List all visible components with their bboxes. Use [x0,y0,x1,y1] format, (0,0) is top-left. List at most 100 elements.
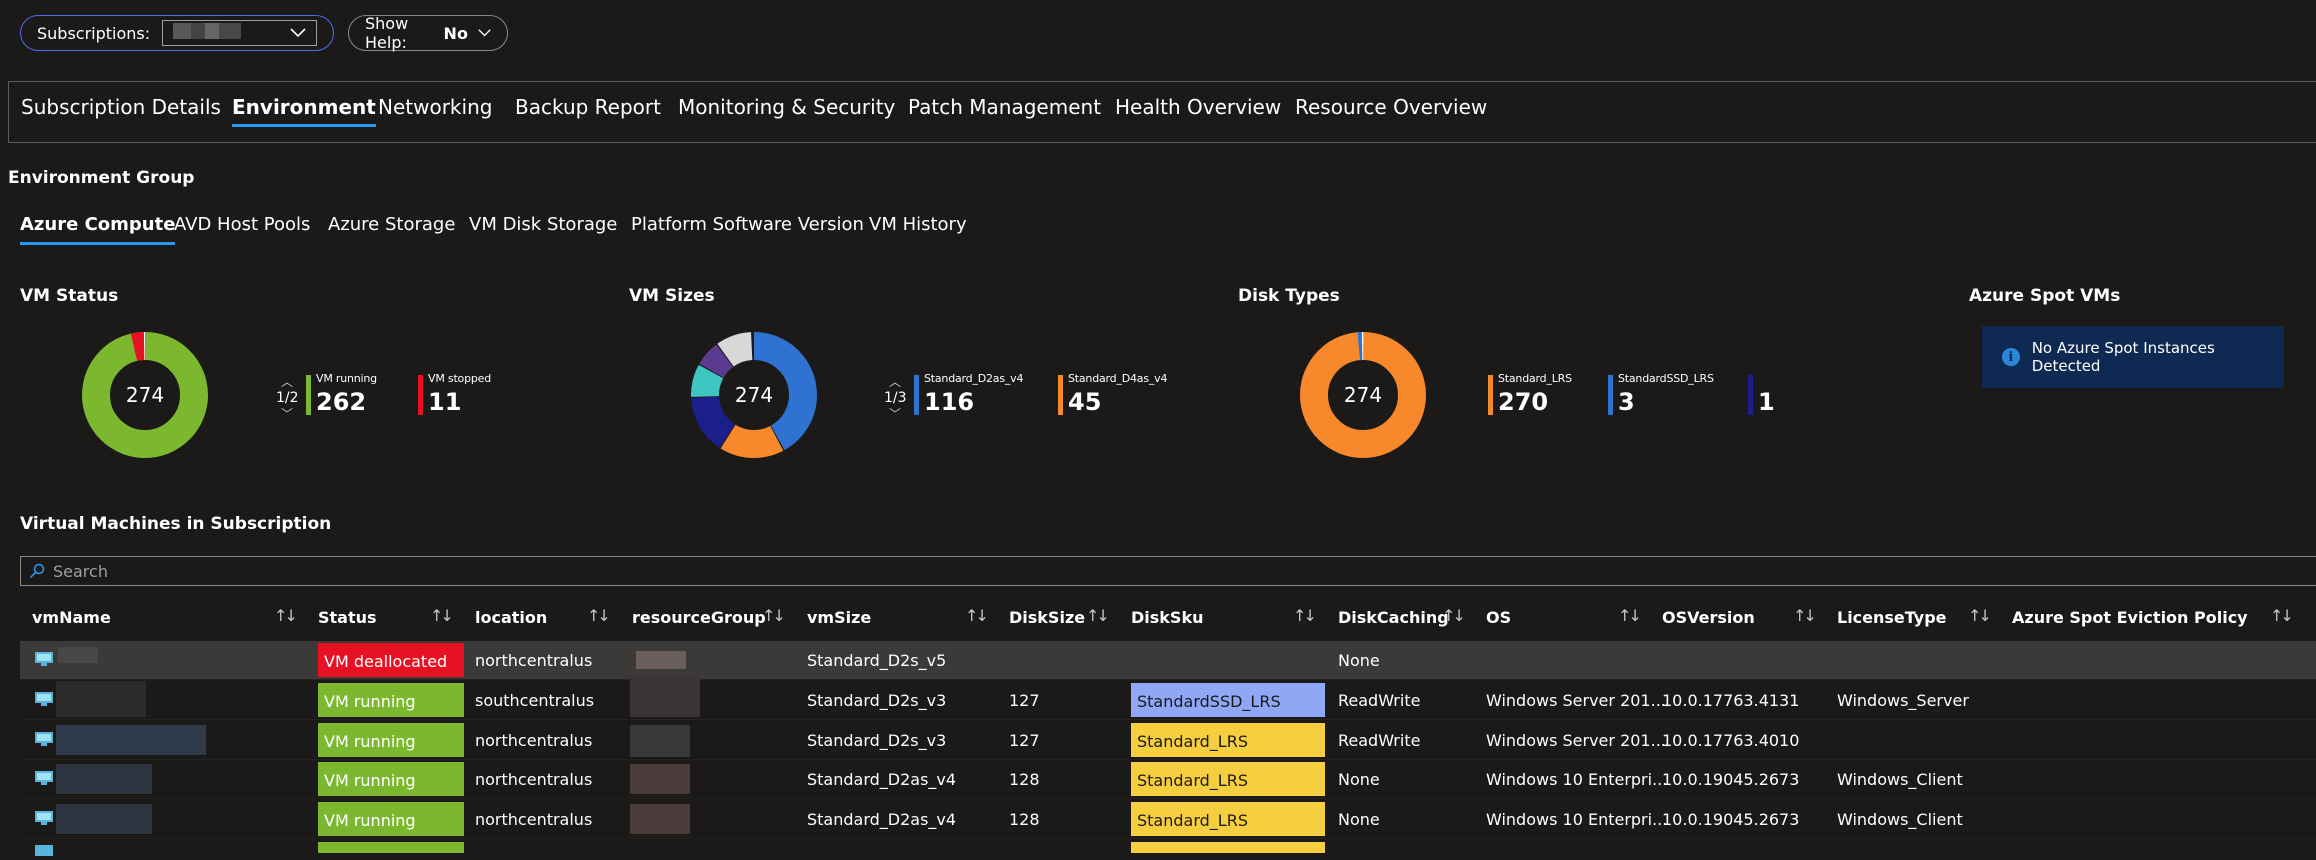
column-header-status[interactable]: Status [318,608,377,627]
sort-icon[interactable]: ↑↓ [2270,606,2294,625]
cell-diskcaching: None [1338,810,1380,829]
legend-value: 116 [924,388,975,416]
disk-types-donut[interactable]: 274 [1298,330,1428,460]
legend-item-other-disk[interactable]: 1 [1748,372,1775,416]
tab-subscription-details[interactable]: Subscription Details [21,95,221,119]
sort-icon[interactable]: ↑↓ [1293,606,1317,625]
legend-value: 270 [1498,388,1549,416]
legend-label [1758,372,1775,385]
virtual-machine-icon [35,771,53,785]
vm-sizes-donut[interactable]: 274 [689,330,819,460]
cell-licensetype: Windows_Client [1837,810,1963,829]
chevron-up-icon[interactable]: ︿ [276,374,298,390]
table-row[interactable]: VM deallocated northcentralus Standard_D… [20,641,2316,680]
sort-icon[interactable]: ↑↓ [274,606,298,625]
subtab-avd-host-pools[interactable]: AVD Host Pools [174,214,310,235]
disk-sku-badge: Standard_LRS [1131,802,1325,836]
legend-item-standard-d2as-v4[interactable]: Standard_D2as_v4 116 [914,372,1023,416]
virtual-machine-icon [35,692,53,706]
cell-osversion: 10.0.19045.2673 [1662,810,1800,829]
legend-value: 3 [1618,388,1635,416]
tab-health-overview[interactable]: Health Overview [1115,95,1281,119]
legend-swatch [1058,375,1063,415]
tab-monitoring-security[interactable]: Monitoring & Security [678,95,895,119]
tab-backup-report[interactable]: Backup Report [515,95,661,119]
sort-icon[interactable]: ↑↓ [587,606,611,625]
sort-icon[interactable]: ↑↓ [1968,606,1992,625]
chevron-down-icon[interactable]: ﹀ [276,406,298,422]
sort-icon[interactable]: ↑↓ [1086,606,1110,625]
subtab-platform-software-version[interactable]: Platform Software Version [631,214,864,235]
legend-item-standard-lrs[interactable]: Standard_LRS 270 [1488,372,1572,416]
cell-location: northcentralus [475,651,593,670]
show-help-dropdown[interactable]: Show Help: No [348,14,508,52]
column-header-vmname[interactable]: vmName [32,608,111,627]
legend-item-vm-running[interactable]: VM running 262 [306,372,377,416]
vm-name-redacted [56,681,146,717]
chevron-down-icon[interactable]: ﹀ [884,406,906,422]
column-header-location[interactable]: location [475,608,547,627]
resource-group-redacted [630,804,690,834]
sort-icon[interactable]: ↑↓ [965,606,989,625]
cell-osversion: 10.0.17763.4010 [1662,731,1800,750]
column-header-spot-eviction-policy[interactable]: Azure Spot Eviction Policy [2012,608,2248,627]
subtab-vm-disk-storage[interactable]: VM Disk Storage [469,214,617,235]
tab-patch-management[interactable]: Patch Management [908,95,1101,119]
subtab-azure-storage[interactable]: Azure Storage [328,214,455,235]
table-row[interactable] [20,840,2316,856]
subtab-vm-history[interactable]: VM History [869,214,967,235]
legend-label: VM stopped [428,372,492,385]
tab-resource-overview[interactable]: Resource Overview [1295,95,1487,119]
table-row[interactable]: VM running northcentralus Standard_D2as_… [20,800,2316,839]
table-row[interactable]: VM running southcentralus Standard_D2s_v… [20,677,2316,720]
chevron-up-icon[interactable]: ︿ [884,374,906,390]
subtab-azure-compute[interactable]: Azure Compute [20,214,176,245]
column-header-os[interactable]: OS [1486,608,1511,627]
disk-sku-badge [1131,842,1325,853]
vm-status-title: VM Status [20,286,119,306]
cell-disksize: 128 [1009,770,1040,789]
cell-vmsize: Standard_D2s_v3 [807,691,947,710]
table-row[interactable]: VM running northcentralus Standard_D2s_v… [20,721,2316,760]
subscriptions-dropdown[interactable] [162,20,317,46]
column-header-disksize[interactable]: DiskSize [1009,608,1085,627]
table-header: vmName ↑↓ Status ↑↓ location ↑↓ resource… [20,602,2316,638]
virtual-machine-icon [35,652,53,666]
cell-vmsize: Standard_D2as_v4 [807,770,957,789]
sort-icon[interactable]: ↑↓ [1618,606,1642,625]
tab-environment[interactable]: Environment [232,95,376,127]
column-header-diskcaching[interactable]: DiskCaching [1338,608,1449,627]
column-header-osversion[interactable]: OSVersion [1662,608,1755,627]
virtual-machine-icon [35,732,53,746]
vm-status-legend-pager[interactable]: ︿ 1/2 ﹀ [276,374,299,422]
search-icon [29,563,45,579]
sort-icon[interactable]: ↑↓ [430,606,454,625]
cell-os: Windows 10 Enterpri... [1486,770,1668,789]
legend-label: Standard_D4as_v4 [1068,372,1168,385]
search-input[interactable]: Search [20,556,2316,586]
cell-location: northcentralus [475,770,593,789]
sort-icon[interactable]: ↑↓ [1442,606,1466,625]
legend-value: 11 [428,388,462,416]
legend-label: StandardSSD_LRS [1618,372,1714,385]
resource-group-redacted [630,677,700,717]
legend-item-standard-d4as-v4[interactable]: Standard_D4as_v4 45 [1058,372,1167,416]
legend-swatch [418,375,423,415]
cell-location: northcentralus [475,731,593,750]
vm-status-donut[interactable]: 274 [80,330,210,460]
tab-networking[interactable]: Networking [378,95,492,119]
sort-icon[interactable]: ↑↓ [1793,606,1817,625]
column-header-resourcegroup[interactable]: resourceGroup [632,608,766,627]
column-header-vmsize[interactable]: vmSize [807,608,871,627]
cell-location: northcentralus [475,810,593,829]
table-row[interactable]: VM running northcentralus Standard_D2as_… [20,760,2316,799]
sort-icon[interactable]: ↑↓ [762,606,786,625]
column-header-licensetype[interactable]: LicenseType [1837,608,1947,627]
vm-sizes-legend-pager[interactable]: ︿ 1/3 ﹀ [884,374,907,422]
status-badge: VM running [318,802,464,836]
column-header-disksku[interactable]: DiskSku [1131,608,1203,627]
legend-item-standardssd-lrs[interactable]: StandardSSD_LRS 3 [1608,372,1714,416]
cell-disksize: 128 [1009,810,1040,829]
subscriptions-parameter: Subscriptions: [20,15,334,51]
legend-item-vm-stopped[interactable]: VM stopped 11 [418,372,491,416]
